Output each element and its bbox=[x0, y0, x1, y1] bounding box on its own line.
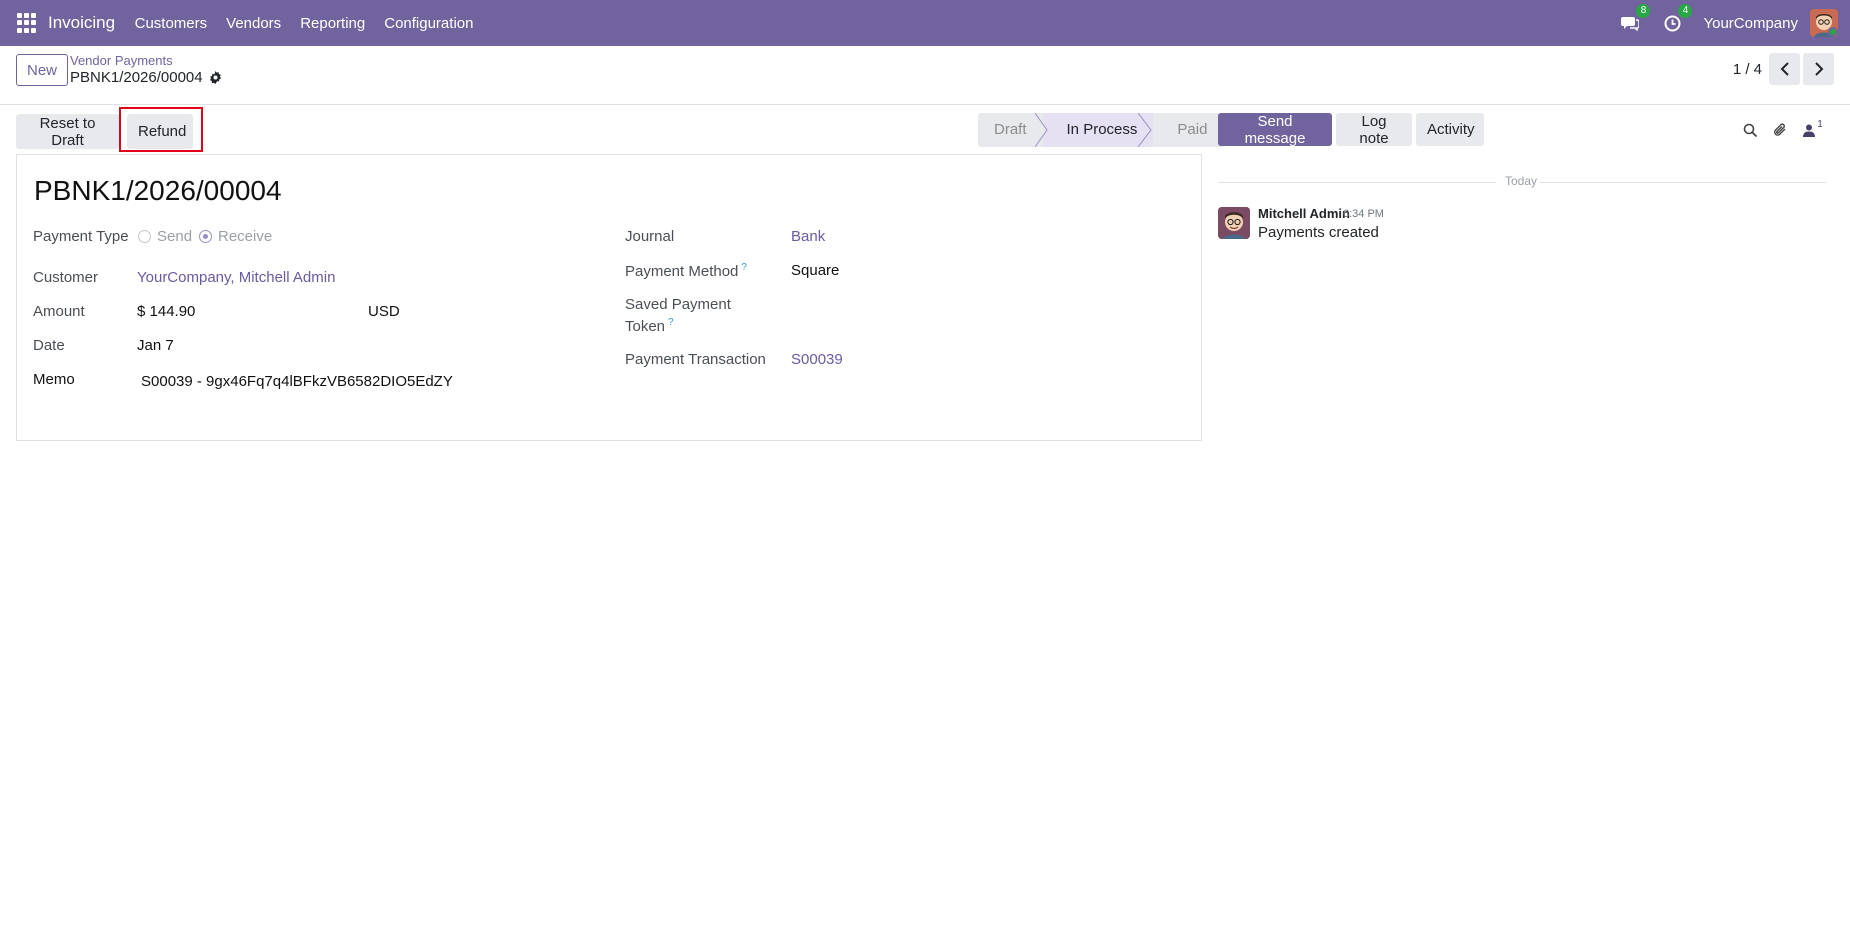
user-icon bbox=[1803, 124, 1816, 137]
customer-field[interactable]: YourCompany, Mitchell Admin bbox=[137, 269, 335, 286]
chevron-left-icon bbox=[1780, 62, 1789, 76]
control-panel: New Vendor Payments PBNK1/2026/00004 1 /… bbox=[0, 46, 1850, 105]
payment-transaction-field[interactable]: S00039 bbox=[791, 351, 843, 368]
record-title: PBNK1/2026/00004 bbox=[34, 175, 282, 206]
messages-badge: 8 bbox=[1636, 4, 1651, 18]
log-note-button[interactable]: Log note bbox=[1336, 113, 1412, 147]
payment-method-label: Payment Method? bbox=[625, 262, 747, 280]
message-author-avatar[interactable] bbox=[1218, 207, 1250, 239]
user-avatar[interactable] bbox=[1810, 9, 1838, 37]
messages-icon[interactable]: 8 bbox=[1619, 4, 1651, 34]
date-separator-line-right bbox=[1540, 182, 1826, 183]
memo-field[interactable]: S00039 - 9gx46Fq7q4lBFkzVB6582DIO5EdZY bbox=[141, 373, 453, 390]
amount-field[interactable]: $ 144.90 bbox=[137, 303, 195, 320]
reset-to-draft-button[interactable]: Reset to Draft bbox=[16, 114, 119, 149]
form-sheet: PBNK1/2026/00004 Payment Type Send Recei… bbox=[16, 154, 1202, 441]
menu-reporting[interactable]: Reporting bbox=[291, 15, 375, 32]
app-name[interactable]: Invoicing bbox=[48, 13, 115, 33]
payment-method-field[interactable]: Square bbox=[791, 262, 839, 279]
activities-badge: 4 bbox=[1678, 4, 1693, 18]
new-button[interactable]: New bbox=[16, 54, 69, 86]
radio-receive[interactable] bbox=[199, 230, 212, 243]
customer-label: Customer bbox=[33, 269, 99, 286]
saved-payment-token-label-line2: Token? bbox=[625, 317, 674, 335]
date-label: Date bbox=[33, 337, 65, 354]
top-navbar: Invoicing Customers Vendors Reporting Co… bbox=[0, 0, 1850, 46]
breadcrumb-current-record: PBNK1/2026/00004 bbox=[70, 69, 203, 86]
stage-arrows bbox=[1035, 113, 1152, 147]
date-separator: Today bbox=[1505, 174, 1538, 188]
gear-icon[interactable] bbox=[209, 71, 222, 84]
message-author[interactable]: Mitchell Admin bbox=[1258, 206, 1350, 221]
breadcrumb-vendor-payments[interactable]: Vendor Payments bbox=[70, 53, 173, 68]
activities-clock-icon[interactable]: 4 bbox=[1661, 4, 1693, 34]
journal-label: Journal bbox=[625, 228, 675, 245]
apps-menu-icon[interactable] bbox=[17, 13, 37, 33]
refund-highlight-box bbox=[119, 107, 203, 152]
activity-button[interactable]: Activity bbox=[1416, 113, 1484, 146]
message-body: Payments created bbox=[1258, 224, 1379, 241]
menu-customers[interactable]: Customers bbox=[125, 15, 217, 32]
date-field[interactable]: Jan 7 bbox=[137, 337, 174, 354]
payment-type-send-option[interactable]: Send bbox=[138, 228, 192, 245]
payment-transaction-label: Payment Transaction bbox=[625, 351, 766, 368]
menu-configuration[interactable]: Configuration bbox=[375, 15, 483, 32]
menu-vendors[interactable]: Vendors bbox=[217, 15, 291, 32]
amount-label: Amount bbox=[33, 303, 85, 320]
date-separator-line-left bbox=[1218, 182, 1496, 183]
pager-next-button[interactable] bbox=[1803, 53, 1834, 85]
online-status-dot bbox=[1828, 27, 1838, 37]
message-time: 6:34 PM bbox=[1343, 208, 1384, 220]
breadcrumb: PBNK1/2026/00004 bbox=[70, 69, 222, 86]
payment-type-receive-option[interactable]: Receive bbox=[199, 228, 272, 245]
payment-type-label: Payment Type bbox=[33, 228, 129, 245]
chevron-right-icon bbox=[1814, 62, 1823, 76]
company-switcher[interactable]: YourCompany bbox=[1703, 15, 1798, 32]
send-message-button[interactable]: Send message bbox=[1218, 113, 1332, 147]
saved-payment-token-label: Saved Payment bbox=[625, 296, 731, 313]
search-icon[interactable] bbox=[1740, 120, 1760, 140]
followers-button[interactable]: 1 bbox=[1800, 118, 1826, 140]
memo-label: Memo bbox=[33, 371, 75, 388]
pager-previous-button[interactable] bbox=[1769, 53, 1800, 85]
currency-field[interactable]: USD bbox=[368, 303, 400, 320]
pager-value[interactable]: 1 / 4 bbox=[1733, 61, 1762, 78]
journal-field[interactable]: Bank bbox=[791, 228, 825, 245]
radio-send[interactable] bbox=[138, 230, 151, 243]
followers-count: 1 bbox=[1817, 118, 1823, 130]
stage-draft[interactable]: Draft bbox=[978, 113, 1043, 147]
paperclip-icon[interactable] bbox=[1770, 120, 1790, 140]
